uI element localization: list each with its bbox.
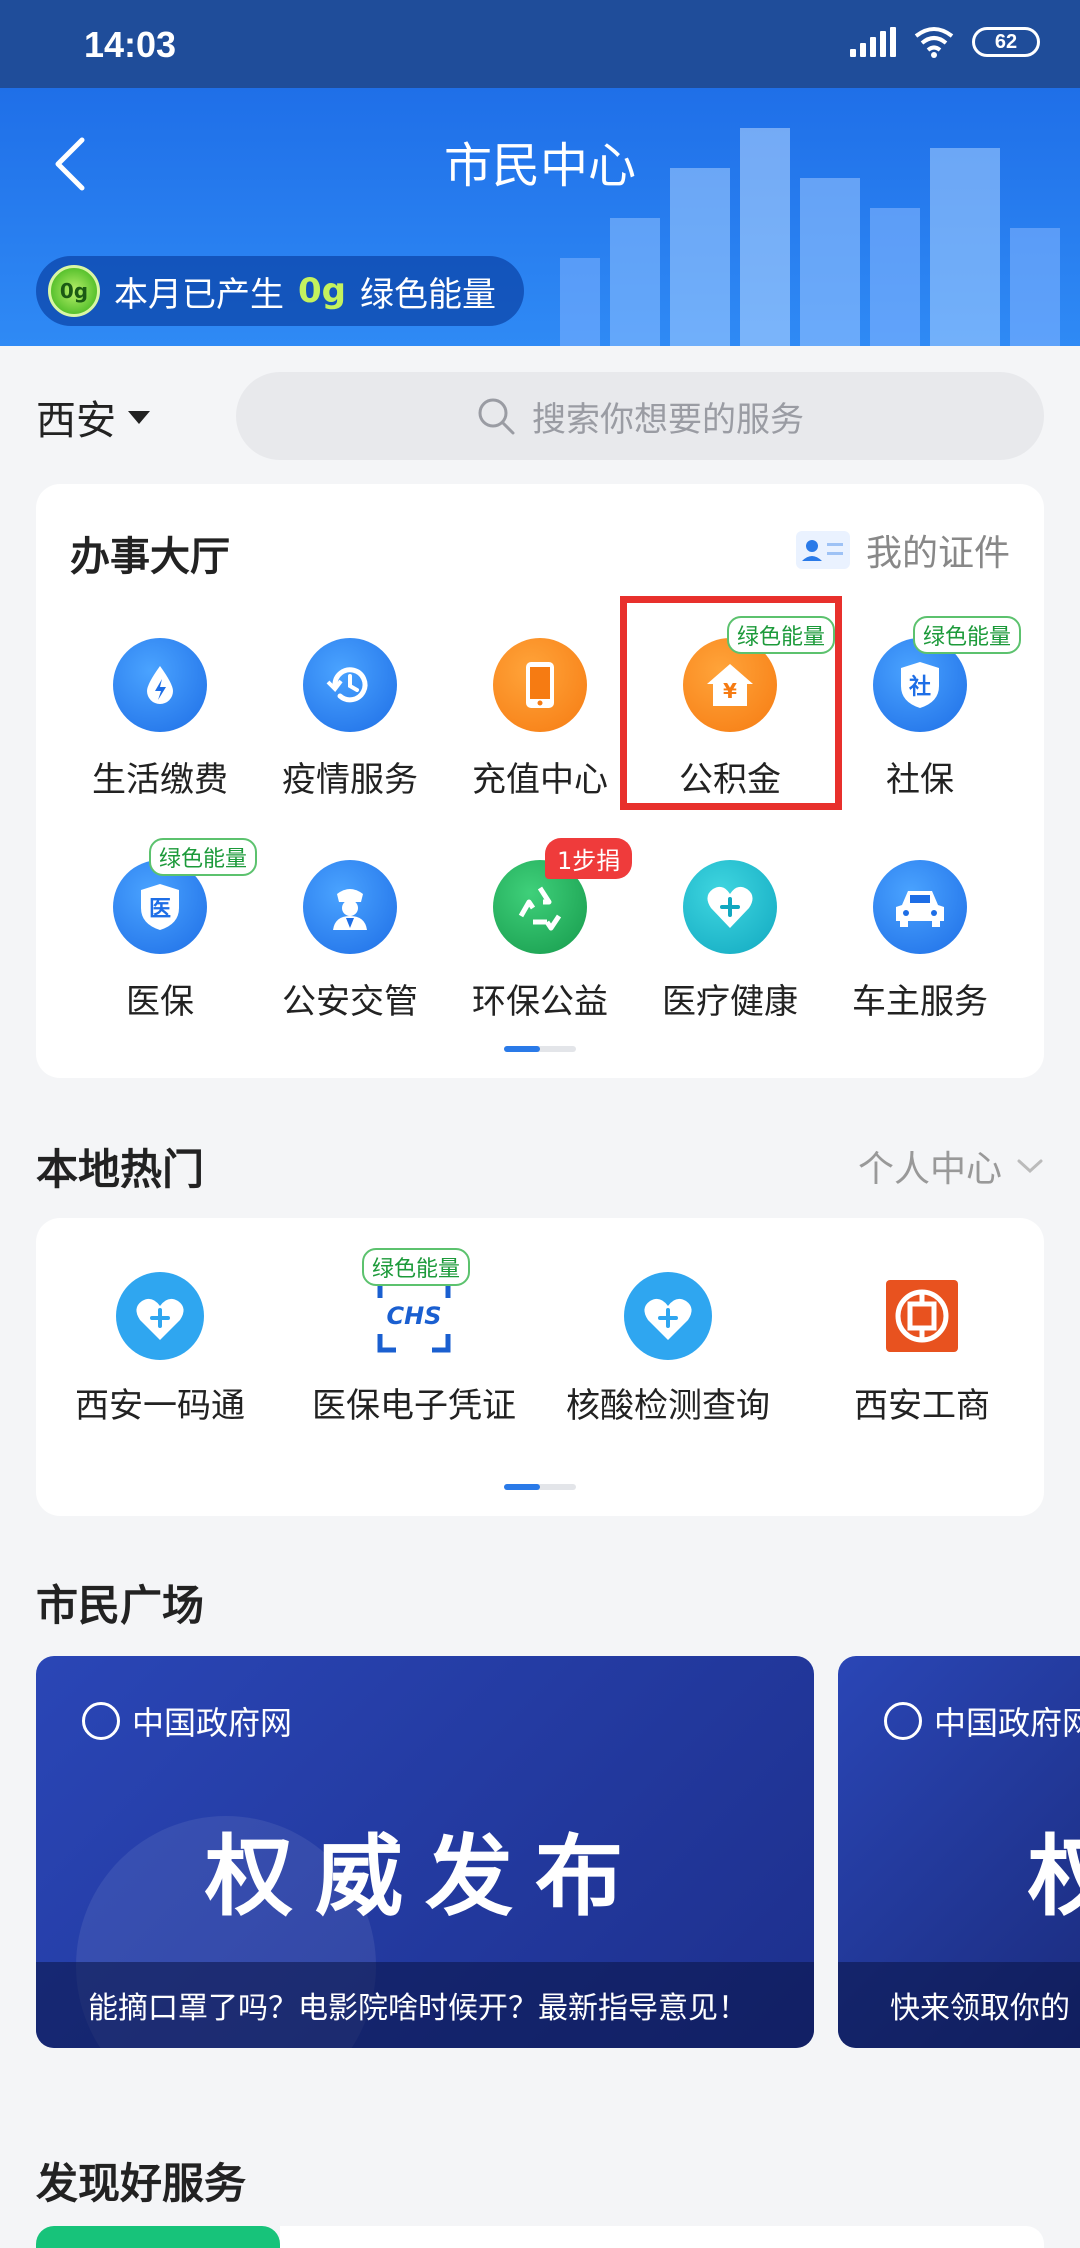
hot-item-label: 西安工商 [854, 1386, 990, 1426]
header: 市民中心 0g 本月已产生 0g 绿色能量 [0, 88, 1080, 346]
banner-brand-label: 中国政府网 [132, 1704, 293, 1742]
green-energy-badge: 绿色能量 [362, 1248, 471, 1286]
energy-suffix: 绿色能量 [360, 274, 496, 315]
car-icon [873, 860, 967, 954]
city-name: 西安 [36, 398, 116, 444]
svg-text:医: 医 [149, 897, 171, 922]
heart-plus-icon [622, 1270, 714, 1362]
energy-prefix: 本月已产生 [114, 274, 284, 315]
service-item-label: 公安交管 [282, 982, 418, 1022]
banner-card[interactable]: 中国政府网 权威发布 能摘口罩了吗？电影院啥时候开？最新指导意见！ [36, 1656, 814, 2048]
hot-item-xian-code[interactable]: 西安一码通 [50, 1270, 270, 1428]
hot-item-nucleic-test[interactable]: 核酸检测查询 [558, 1270, 778, 1428]
green-energy-badge: 绿色能量 [149, 838, 258, 876]
hot-item-xian-business[interactable]: 西安工商 [812, 1270, 1032, 1428]
svg-text:CHS: CHS [387, 1302, 442, 1330]
chevron-down-icon [1017, 1159, 1043, 1174]
service-item-label: 疫情服务 [282, 760, 418, 800]
page-indicator [504, 1484, 576, 1490]
search-input[interactable]: 搜索你想要的服务 [236, 372, 1044, 460]
local-hot-title: 本地热门 [36, 1145, 205, 1194]
page-indicator [504, 1046, 576, 1052]
banner-caption: 快来领取你的 [838, 1962, 1080, 2048]
id-card-icon [795, 531, 850, 569]
banner-headline: 权 [1028, 1806, 1080, 1933]
service-item-recharge[interactable]: 充值中心 [445, 638, 635, 801]
hot-item-label: 西安一码通 [75, 1386, 245, 1426]
page-title: 市民中心 [443, 138, 636, 194]
police-icon [303, 860, 397, 954]
local-hot-card: 西安一码通 绿色能量 CHS 医保电子凭证 核酸检测查询 西安工商 [36, 1218, 1044, 1516]
city-selector[interactable]: 西安 [36, 388, 150, 446]
battery-indicator: 62 [972, 27, 1040, 57]
heart-plus-icon [683, 860, 777, 954]
my-certificates-label: 我的证件 [865, 533, 1010, 574]
hot-item-label: 医保电子凭证 [312, 1386, 516, 1426]
service-item-car-owner[interactable]: 车主服务 [825, 860, 1015, 1023]
phone-icon [493, 638, 587, 732]
lightning-drop-icon [113, 638, 207, 732]
status-icons: 62 [850, 26, 1040, 58]
energy-badge-icon: 0g [48, 265, 100, 317]
discover-card [280, 2226, 1044, 2248]
discover-title: 发现好服务 [36, 2159, 247, 2208]
service-hall-title: 办事大厅 [70, 534, 230, 580]
discover-tab-active[interactable] [36, 2226, 280, 2248]
service-item-label: 医疗健康 [662, 982, 798, 1022]
service-item-label: 社保 [886, 760, 954, 800]
energy-value: 0g [298, 271, 346, 311]
service-item-label: 环保公益 [472, 982, 608, 1022]
service-item-utility[interactable]: 生活缴费 [65, 638, 255, 801]
my-certificates-link[interactable]: 我的证件 [795, 524, 1010, 576]
status-bar: 14:03 62 [0, 0, 1080, 88]
service-item-police-traffic[interactable]: 公安交管 [255, 860, 445, 1023]
globe-icon [82, 1702, 120, 1740]
service-item-environment[interactable]: 1步捐 环保公益 [445, 838, 635, 1023]
personal-center-label: 个人中心 [857, 1149, 1002, 1190]
globe-icon [884, 1702, 922, 1740]
banner-brand-label: 中国政府网 [934, 1704, 1080, 1742]
search-icon [478, 398, 515, 435]
clock-history-icon [303, 638, 397, 732]
service-item-epidemic[interactable]: 疫情服务 [255, 638, 445, 801]
personal-center-dropdown[interactable]: 个人中心 [858, 1140, 1044, 1192]
banner-brand: 中国政府网 [884, 1698, 1080, 1744]
banner-caption: 能摘口罩了吗？电影院啥时候开？最新指导意见！ [36, 1962, 814, 2048]
highlight-box [620, 596, 842, 810]
green-energy-badge: 绿色能量 [913, 616, 1022, 654]
service-item-label: 充值中心 [472, 760, 608, 800]
svg-text:社: 社 [909, 674, 931, 700]
banner-headline: 权威发布 [204, 1825, 645, 1928]
green-energy-pill[interactable]: 0g 本月已产生 0g 绿色能量 [36, 256, 524, 326]
citizen-square-title: 市民广场 [36, 1581, 205, 1630]
wifi-icon [914, 27, 954, 58]
service-item-label: 生活缴费 [92, 760, 228, 800]
hot-item-medical-voucher[interactable]: 绿色能量 CHS 医保电子凭证 [304, 1248, 524, 1428]
banner-card[interactable]: 中国政府网 权 快来领取你的 [838, 1656, 1080, 2048]
service-item-label: 车主服务 [852, 982, 988, 1022]
search-placeholder: 搜索你想要的服务 [532, 399, 804, 440]
banner-brand: 中国政府网 [82, 1698, 292, 1744]
service-item-social-security[interactable]: 绿色能量 社 社保 [825, 616, 1022, 801]
heart-plus-icon [114, 1270, 206, 1362]
icbc-icon [876, 1270, 968, 1362]
service-item-medical-insurance[interactable]: 绿色能量 医 医保 [65, 838, 258, 1023]
service-item-healthcare[interactable]: 医疗健康 [635, 860, 825, 1023]
signal-icon [850, 27, 896, 57]
caret-down-icon [128, 410, 150, 424]
service-item-label: 医保 [126, 982, 194, 1022]
status-time: 14:03 [84, 24, 177, 65]
hot-item-label: 核酸检测查询 [566, 1386, 770, 1426]
donate-badge: 1步捐 [545, 838, 633, 879]
service-hall-card: 办事大厅 我的证件 生活缴费 疫情服务 充值中心 绿色能量 ¥ 公积金 绿色能量… [36, 484, 1044, 1078]
